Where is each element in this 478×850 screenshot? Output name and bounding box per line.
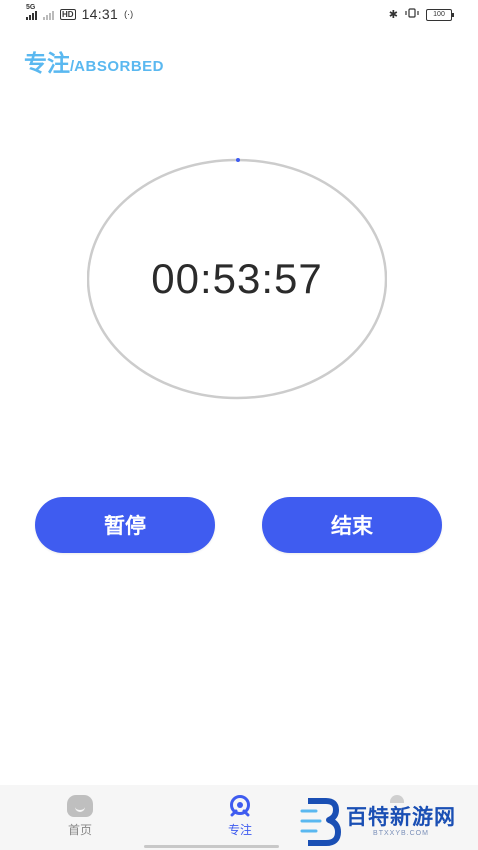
status-bar: 5G HD 14:31 (·) ✱ 100: [0, 0, 478, 30]
signal-icon: 5G: [26, 4, 37, 20]
home-indicator[interactable]: [144, 845, 279, 848]
end-button[interactable]: 结束: [262, 497, 442, 553]
vibrate-icon: [404, 8, 420, 21]
battery-icon: 100: [426, 8, 454, 21]
watermark: 百特新游网 BTXXYB.COM: [300, 797, 460, 847]
status-time: 14:31: [81, 6, 119, 22]
status-right: ✱ 100: [388, 8, 454, 21]
hd-icon: HD: [60, 8, 76, 20]
page-subtitle: ABSORBED: [74, 58, 165, 75]
nav-label-home: 首页: [67, 823, 92, 837]
page-header: 专注 / ABSORBED: [24, 44, 164, 78]
nav-label-focus: 专注: [227, 823, 252, 837]
watermark-text: 百特新游网 BTXXYB.COM: [346, 805, 456, 839]
hotspot-icon: (·): [124, 9, 134, 19]
home-icon: [67, 795, 93, 817]
watermark-en: BTXXYB.COM: [373, 830, 429, 837]
page-title: 专注: [24, 51, 70, 77]
status-left: 5G HD 14:31 (·): [26, 4, 134, 22]
nav-item-focus[interactable]: 专注: [205, 795, 275, 838]
elapsed-time: 00:53:57: [151, 255, 323, 302]
watermark-cn: 百特新游网: [346, 805, 456, 829]
focus-icon: [230, 795, 250, 817]
watermark-logo-icon: [300, 798, 341, 846]
bluetooth-icon: ✱: [388, 9, 398, 21]
pause-button[interactable]: 暂停: [35, 497, 215, 553]
network-type: 5G: [26, 3, 36, 11]
signal-icon-secondary: [43, 9, 54, 20]
timer-ring: 00:53:57: [87, 158, 387, 400]
nav-item-home[interactable]: 首页: [45, 795, 115, 838]
